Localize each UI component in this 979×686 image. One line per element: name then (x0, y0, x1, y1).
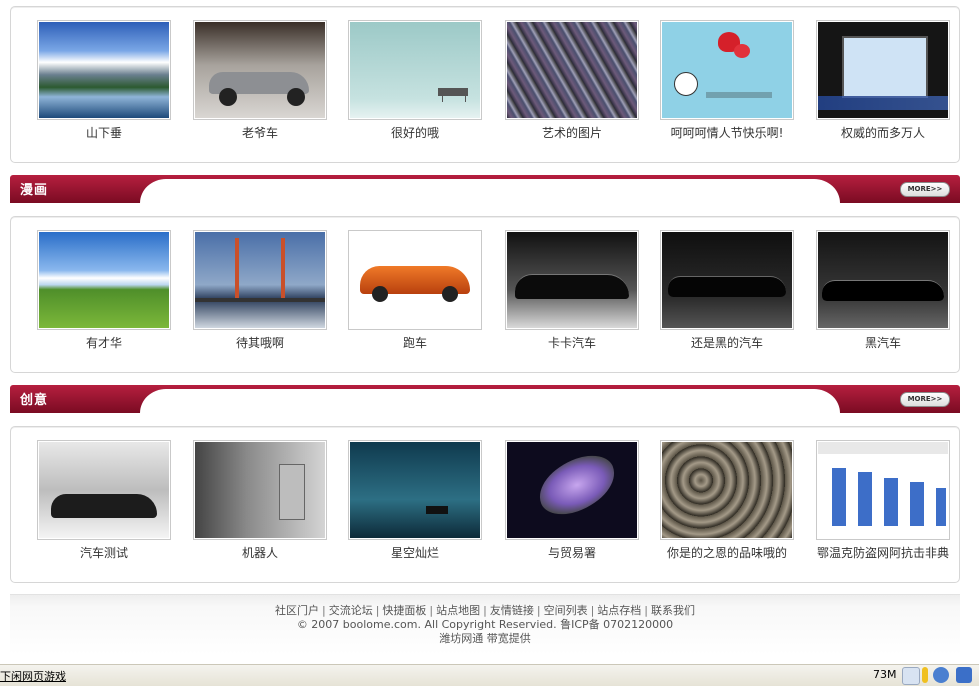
item-caption[interactable]: 黑汽车 (816, 335, 950, 351)
gallery-item[interactable]: 跑车 (348, 230, 482, 351)
item-caption[interactable]: 与贸易署 (505, 545, 639, 561)
thumbnail[interactable] (660, 20, 794, 120)
page-footer: 社区门户 | 交流论坛 | 快捷面板 | 站点地图 | 友情链接 | 空间列表 | 站点存档 | 联系我们 … (10, 594, 960, 655)
thumbnail[interactable] (37, 440, 171, 540)
gallery-box-creative: 汽车测试 机器人 星空灿烂 与贸易署 你是的之恩的品味哦的 鄂温克防盗网阿抗击非… (10, 426, 960, 583)
gallery-item[interactable]: 老爷车 (193, 20, 327, 141)
gallery-item[interactable]: 黑汽车 (816, 230, 950, 351)
browser-status-bar: 下闲网页游戏 73M (0, 664, 979, 686)
thumbnail[interactable] (660, 440, 794, 540)
item-caption[interactable]: 待其哦啊 (193, 335, 327, 351)
gallery-item[interactable]: 鄂温克防盗网阿抗击非典 (816, 440, 950, 561)
more-button[interactable]: MORE>> (900, 392, 950, 407)
thumbnail[interactable] (505, 440, 639, 540)
section-header-creative: 创意 MORE>> (10, 385, 960, 413)
gallery-item[interactable]: 艺术的图片 (505, 20, 639, 141)
footer-links: 社区门户 | 交流论坛 | 快捷面板 | 站点地图 | 友情链接 | 空间列表 | 站点存档 | 联系我们 (274, 604, 696, 617)
gallery-item[interactable]: 你是的之恩的品味哦的 (660, 440, 794, 561)
gallery-item[interactable]: 有才华 (37, 230, 171, 351)
thumbnail[interactable] (348, 440, 482, 540)
footer-link-panel[interactable]: 快捷面板 (382, 604, 426, 617)
thumbnail[interactable] (193, 20, 327, 120)
footer-provider: 潍坊网通 带宽提供 (439, 632, 531, 645)
thumbnail[interactable] (505, 20, 639, 120)
ime-icon[interactable] (956, 667, 972, 683)
footer-link-sitemap[interactable]: 站点地图 (436, 604, 480, 617)
footer-copyright: © 2007 boolome.com. All Copyright Reserv… (296, 618, 674, 631)
item-caption[interactable]: 呵呵呵情人节快乐啊! (660, 125, 794, 141)
thumbnail[interactable] (37, 230, 171, 330)
thumbnail[interactable] (816, 230, 950, 330)
item-caption[interactable]: 很好的哦 (348, 125, 482, 141)
item-caption[interactable]: 汽车测试 (37, 545, 171, 561)
footer-link-friends[interactable]: 友情链接 (490, 604, 534, 617)
section-header-manga: 漫画 MORE>> (10, 175, 960, 203)
item-caption[interactable]: 星空灿烂 (348, 545, 482, 561)
thumbnail[interactable] (37, 20, 171, 120)
thumbnail[interactable] (193, 440, 327, 540)
footer-link-spaces[interactable]: 空间列表 (544, 604, 588, 617)
thumbnail[interactable] (193, 230, 327, 330)
gallery-item[interactable]: 与贸易署 (505, 440, 639, 561)
footer-link-portal[interactable]: 社区门户 (275, 604, 319, 617)
thumbnail[interactable] (505, 230, 639, 330)
gallery-item[interactable]: 权威的而多万人 (816, 20, 950, 141)
gallery-item[interactable]: 卡卡汽车 (505, 230, 639, 351)
gallery-item[interactable]: 汽车测试 (37, 440, 171, 561)
item-caption[interactable]: 山下垂 (37, 125, 171, 141)
thumbnail[interactable] (348, 20, 482, 120)
gallery-item[interactable]: 呵呵呵情人节快乐啊! (660, 20, 794, 141)
gallery-item[interactable]: 机器人 (193, 440, 327, 561)
status-link-text[interactable]: 下闲网页游戏 (0, 668, 66, 684)
lightning-icon[interactable] (922, 667, 928, 683)
section-title: 创意 (20, 393, 49, 408)
gallery-item[interactable]: 星空灿烂 (348, 440, 482, 561)
footer-link-archive[interactable]: 站点存档 (597, 604, 641, 617)
more-button[interactable]: MORE>> (900, 182, 950, 197)
footer-link-contact[interactable]: 联系我们 (651, 604, 695, 617)
item-caption[interactable]: 艺术的图片 (505, 125, 639, 141)
section-title: 漫画 (20, 183, 49, 198)
item-caption[interactable]: 跑车 (348, 335, 482, 351)
gallery-item[interactable]: 待其哦啊 (193, 230, 327, 351)
item-caption[interactable]: 你是的之恩的品味哦的 (660, 545, 794, 561)
item-caption[interactable]: 还是黑的汽车 (660, 335, 794, 351)
gallery-box-manga: 有才华 待其哦啊 跑车 卡卡汽车 还是黑的汽车 黑汽车 (10, 216, 960, 373)
gallery-box-top: 山下垂 老爷车 很好的哦 艺术的图片 呵呵呵情人节快乐啊! 权威的而多万人 (10, 6, 960, 163)
item-caption[interactable]: 机器人 (193, 545, 327, 561)
gallery-item[interactable]: 山下垂 (37, 20, 171, 141)
gallery-item[interactable]: 还是黑的汽车 (660, 230, 794, 351)
item-caption[interactable]: 权威的而多万人 (816, 125, 950, 141)
thumbnail[interactable] (816, 20, 950, 120)
memory-indicator: 73M (873, 668, 897, 681)
gallery-item[interactable]: 很好的哦 (348, 20, 482, 141)
item-caption[interactable]: 鄂温克防盗网阿抗击非典 (816, 545, 950, 561)
footer-link-forum[interactable]: 交流论坛 (329, 604, 373, 617)
thumbnail[interactable] (660, 230, 794, 330)
item-caption[interactable]: 老爷车 (193, 125, 327, 141)
thumbnail[interactable] (348, 230, 482, 330)
ie-icon[interactable] (933, 667, 949, 683)
item-caption[interactable]: 卡卡汽车 (505, 335, 639, 351)
thumbnail[interactable] (816, 440, 950, 540)
download-icon[interactable] (902, 667, 920, 685)
item-caption[interactable]: 有才华 (37, 335, 171, 351)
